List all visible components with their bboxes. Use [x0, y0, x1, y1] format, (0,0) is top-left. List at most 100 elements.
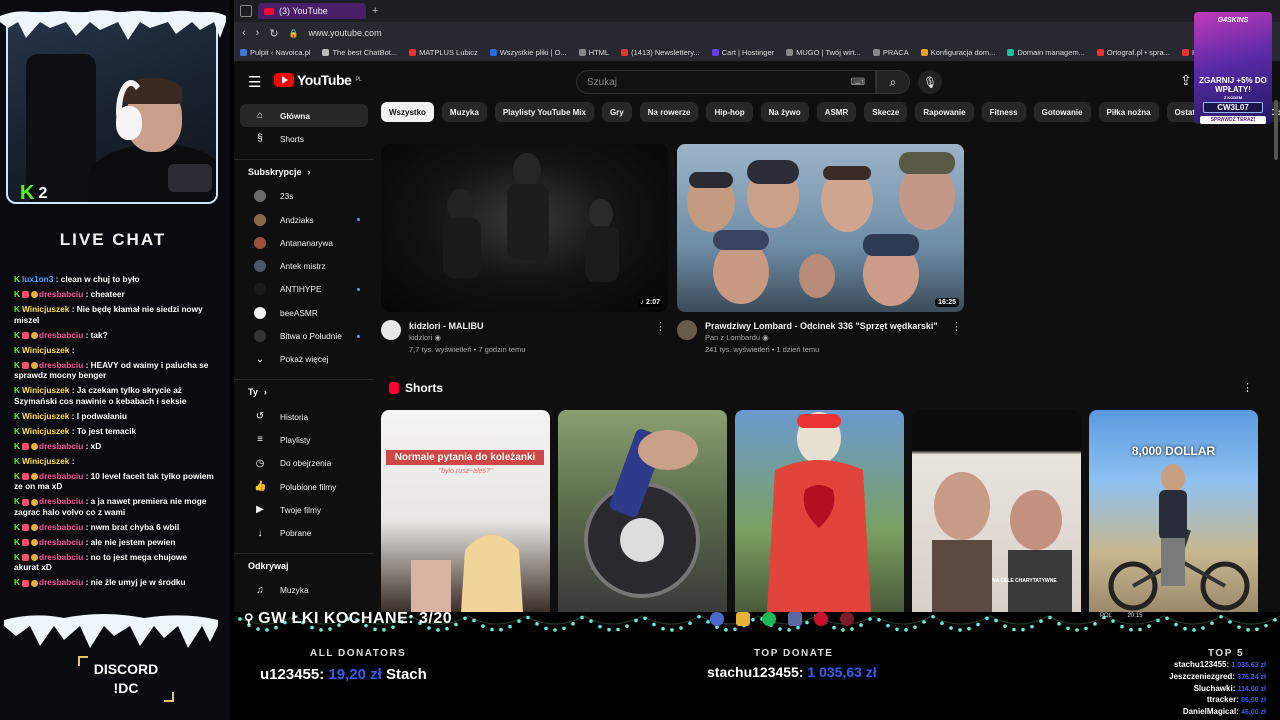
bookmark-item[interactable]: HTML: [578, 48, 609, 57]
short-card[interactable]: [735, 410, 904, 612]
subscriptions-header[interactable]: Subskrypcje ›: [234, 158, 374, 185]
you-header[interactable]: Ty ›: [234, 378, 374, 405]
tab-overview-icon[interactable]: [240, 5, 252, 17]
chat-username[interactable]: dresbabciu: [39, 552, 83, 562]
video-more-icon[interactable]: ⋮: [951, 320, 962, 333]
chat-username[interactable]: dresbabciu: [39, 330, 83, 340]
filter-chip[interactable]: Skecze: [864, 102, 908, 122]
reload-icon[interactable]: ↻: [269, 27, 278, 40]
chat-username[interactable]: dresbabciu: [39, 289, 83, 299]
sidebar-item[interactable]: Antek mistrz: [240, 254, 368, 277]
bookmark-item[interactable]: MUGO | Twój wirt...: [786, 48, 861, 57]
chat-username[interactable]: Winicjuszek: [22, 411, 69, 421]
sidebar-item[interactable]: ⌄ Pokaż więcej: [240, 348, 368, 371]
url-field[interactable]: www.youtube.com: [309, 28, 1185, 38]
bookmark-item[interactable]: Cart | Hostinger: [711, 48, 774, 57]
sidebar-item[interactable]: ⌂ Główna: [240, 104, 368, 128]
filter-chip[interactable]: Rapowanie: [915, 102, 974, 122]
filter-chip[interactable]: Gry: [601, 102, 632, 122]
video-title[interactable]: Prawdziwy Lombard - Odcinek 336 "Sprzęt …: [705, 320, 938, 332]
chat-username[interactable]: Winicjuszek: [22, 385, 69, 395]
page-scrollbar[interactable]: [1274, 100, 1278, 160]
search-button[interactable]: ⌕: [876, 70, 910, 94]
filter-chip[interactable]: Piłka nożna: [1098, 102, 1159, 122]
filter-chip[interactable]: Na rowerze: [639, 102, 699, 122]
sidebar-item[interactable]: 👍 Polubione filmy: [240, 475, 368, 498]
filter-chip[interactable]: Wszystko: [381, 102, 434, 122]
bookmark-item[interactable]: Ortograf.pl • spra...: [1096, 48, 1170, 57]
bookmark-item[interactable]: The best ChatBot...: [322, 48, 397, 57]
filter-chip[interactable]: Muzyka: [441, 102, 487, 122]
bookmark-item[interactable]: Wszystkie pliki | O...: [489, 48, 567, 57]
filter-chip[interactable]: Fitness: [981, 102, 1026, 122]
sidebar-item[interactable]: Andziaks: [240, 208, 368, 231]
filter-chip[interactable]: Na żywo: [760, 102, 809, 122]
chat-username[interactable]: dresbabciu: [39, 577, 83, 587]
chat-username[interactable]: dresbabciu: [39, 471, 83, 481]
bookmark-item[interactable]: PRACA: [872, 48, 909, 57]
channel-name[interactable]: Pan z Lombardu ◉: [705, 332, 938, 344]
chat-username[interactable]: dresbabciu: [39, 441, 83, 451]
app-icon[interactable]: [788, 612, 802, 626]
bookmark-item[interactable]: Pulpit ‹ Navoica.pl: [240, 48, 310, 57]
filter-chip[interactable]: ASMR: [816, 102, 857, 122]
channel-avatar[interactable]: [677, 320, 697, 340]
keyboard-icon[interactable]: ⌨: [851, 77, 865, 88]
youtube-logo[interactable]: YouTube PL: [274, 72, 362, 88]
sidebar-item[interactable]: beeASMR: [240, 301, 368, 324]
bookmark-item[interactable]: (1413) Newslettery...: [621, 48, 700, 57]
channel-avatar[interactable]: [381, 320, 401, 340]
video-card[interactable]: ♪ 2:07 kidzlori - MALIBU kidzlori ◉ 7,7 …: [381, 144, 668, 356]
bookmark-item[interactable]: MATPLUS Lubicz: [409, 48, 478, 57]
sidebar-item[interactable]: ANTIHYPE: [240, 278, 368, 301]
folder-icon[interactable]: [736, 612, 750, 626]
spotify-icon[interactable]: [762, 612, 776, 626]
back-icon[interactable]: ‹: [242, 27, 246, 39]
filter-chip[interactable]: Gotowanie: [1033, 102, 1091, 122]
video-card[interactable]: 16:25 Prawdziwy Lombard - Odcinek 336 "S…: [677, 144, 964, 356]
video-title[interactable]: kidzlori - MALIBU: [409, 320, 525, 332]
record-icon[interactable]: [840, 612, 854, 626]
short-card[interactable]: [558, 410, 727, 612]
upload-icon[interactable]: ⇪: [1180, 72, 1192, 89]
video-thumbnail[interactable]: ♪ 2:07: [381, 144, 668, 312]
tray-language[interactable]: POL: [1100, 613, 1112, 619]
filter-chip[interactable]: Playlisty YouTube Mix: [494, 102, 594, 122]
bookmark-item[interactable]: Konfiguracja dom...: [920, 48, 995, 57]
short-card[interactable]: Normale pytania do koleżanki "było rusz~…: [381, 410, 550, 612]
shorts-more-icon[interactable]: ⋮: [1242, 381, 1253, 394]
channel-name[interactable]: kidzlori ◉: [409, 332, 525, 344]
short-card[interactable]: 8,000 DOLLAR: [1089, 410, 1258, 612]
sidebar-item[interactable]: ≡ Playlisty: [240, 428, 368, 451]
chat-username[interactable]: dresbabciu: [39, 537, 83, 547]
voice-search-button[interactable]: 🎙: [918, 70, 942, 94]
bookmark-item[interactable]: Domain managem...: [1007, 48, 1085, 57]
chrome-icon[interactable]: [710, 612, 724, 626]
new-tab-button[interactable]: +: [372, 5, 378, 17]
chat-username[interactable]: dresbabciu: [39, 360, 83, 370]
forward-icon[interactable]: ›: [256, 27, 260, 39]
search-input[interactable]: Szukaj ⌨: [576, 70, 876, 94]
sidebar-item[interactable]: ↺ Historia: [240, 405, 368, 428]
sidebar-item[interactable]: 23s: [240, 185, 368, 208]
chat-username[interactable]: dresbabciu: [39, 522, 83, 532]
chat-username[interactable]: Winicjuszek: [22, 345, 69, 355]
chat-username[interactable]: dresbabciu: [39, 496, 83, 506]
chat-username[interactable]: Winicjuszek: [22, 456, 69, 466]
chat-username[interactable]: Winicjuszek: [22, 304, 69, 314]
sidebar-item[interactable]: Bitwa o Południe: [240, 324, 368, 347]
sidebar-item[interactable]: ↓ Pobrane: [240, 521, 368, 544]
filter-chip[interactable]: Hip-hop: [706, 102, 753, 122]
chat-username[interactable]: lux1on3: [22, 274, 53, 284]
sidebar-item[interactable]: ▶ Twoje filmy: [240, 498, 368, 521]
video-thumbnail[interactable]: 16:25: [677, 144, 964, 312]
hamburger-menu-icon[interactable]: ☰: [248, 73, 261, 91]
sidebar-item[interactable]: ◷ Do obejrzenia: [240, 452, 368, 475]
video-more-icon[interactable]: ⋮: [655, 320, 666, 333]
sidebar-item[interactable]: § Shorts: [240, 127, 368, 150]
sponsor-ad[interactable]: G4SKINS ZGARNIJ +5% DO WPŁATY! Z KODEM C…: [1194, 12, 1272, 124]
ad-cta-button[interactable]: SPRAWDŹ TERAZ!: [1200, 116, 1266, 124]
opera-icon[interactable]: [814, 612, 828, 626]
site-info-icon[interactable]: 🔒: [289, 29, 299, 38]
sidebar-item[interactable]: Antananarywa: [240, 231, 368, 254]
